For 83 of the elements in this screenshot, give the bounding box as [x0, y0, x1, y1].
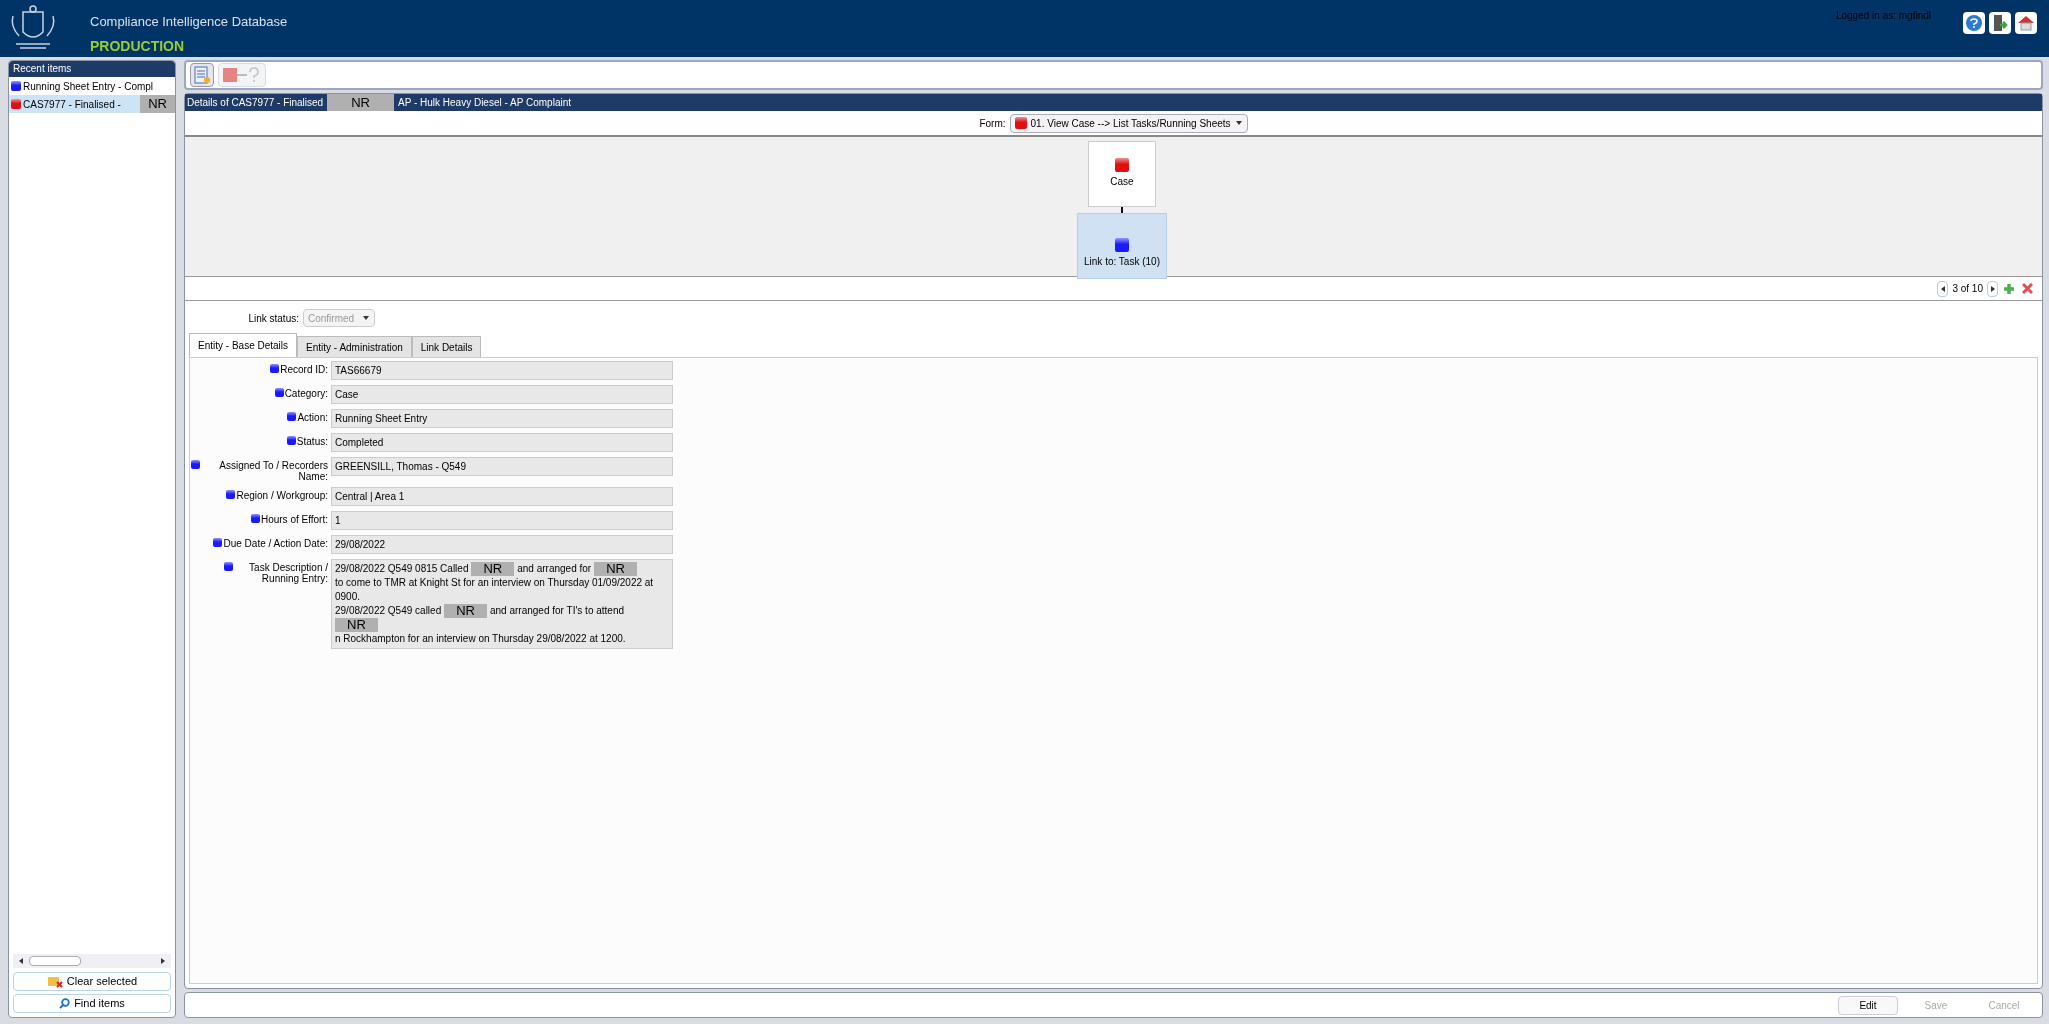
panel-title: Recent items — [9, 61, 175, 77]
form-label: Form: — [979, 116, 1006, 131]
field-icon — [191, 460, 200, 469]
redaction-label: NR — [471, 562, 515, 576]
node-label: Link to: Task (10) — [1084, 255, 1160, 269]
previous-button[interactable] — [1937, 280, 1949, 297]
delete-button[interactable] — [2020, 281, 2034, 296]
field-icon — [270, 364, 280, 373]
field-label: Task Description / Running Entry: — [248, 562, 328, 584]
environment-label: PRODUCTION — [90, 36, 186, 56]
caret-icon — [362, 314, 371, 322]
logout-button[interactable] — [1989, 12, 2011, 34]
field-icon — [224, 562, 233, 571]
field-label: Action: — [297, 412, 328, 423]
field-icon — [274, 388, 284, 397]
node-label: Case — [1110, 175, 1134, 189]
form-list-icon — [194, 66, 210, 84]
text: AP - Hulk Heavy Diesel - AP Complaint — [397, 96, 571, 110]
close-icon — [2021, 283, 2033, 294]
form-view-button[interactable] — [190, 63, 214, 87]
tab[interactable]: Link Details — [411, 336, 482, 357]
horizontal-scrollbar[interactable] — [13, 954, 171, 968]
text: 29/08/2022 Q549 0815 Called — [335, 562, 469, 576]
diagram-node[interactable]: Link to: Task (10) — [1077, 213, 1167, 279]
field-value: Central | Area 1 — [331, 487, 673, 506]
text: n Rockhampton for an interview on Thursday 29/08/2022 at 1200. — [335, 632, 626, 646]
action-button[interactable]: Edit — [1838, 995, 1898, 1015]
field-value: TAS66679 — [331, 361, 673, 380]
left-arrow-icon — [17, 957, 25, 965]
text: 29/08/2022 Q549 called — [335, 604, 442, 618]
tab[interactable]: Entity - Administration — [297, 336, 412, 357]
field-label: Due Date / Action Date: — [223, 538, 328, 549]
case-icon — [1014, 117, 1027, 129]
field-label: Link status: — [247, 311, 299, 326]
app-title: Compliance Intelligence Database — [90, 13, 288, 31]
link-unknown-icon — [222, 66, 262, 84]
login-text: Logged in as: mgfindl — [1835, 9, 1931, 23]
find-items-button[interactable]: Find items — [13, 994, 171, 1013]
caret-icon — [1234, 119, 1243, 127]
home-icon — [2017, 15, 2035, 31]
field-label: Hours of Effort: — [260, 514, 328, 525]
field-label: Assigned To / Recorders Name: — [218, 460, 328, 482]
help-icon — [1970, 18, 1978, 28]
field-value: GREENSILL, Thomas - Q549 — [331, 457, 673, 476]
text: and arranged for TI's to attend — [490, 604, 625, 618]
pager-text: 3 of 10 — [1952, 282, 1983, 296]
redaction-label: NR — [335, 618, 378, 632]
redaction-label: NR — [140, 95, 175, 113]
field-label: Status: — [296, 436, 328, 447]
text: Details of CAS7977 - Finalised — [187, 96, 324, 110]
field-label: Region / Workgroup: — [236, 490, 328, 501]
text: and arranged for — [517, 562, 592, 576]
next-button[interactable] — [1987, 280, 1998, 297]
redaction-label: NR — [594, 562, 637, 576]
search-icon — [59, 998, 71, 1009]
field-value: 29/08/2022 — [331, 535, 673, 554]
field-value: Running Sheet Entry — [331, 409, 673, 428]
clear-selected-button[interactable]: Clear selected — [13, 972, 171, 991]
text: to come to TMR at Knight St for an interview on Thursday 01/09/2022 at 0900. — [335, 576, 655, 604]
field-icon — [226, 490, 236, 499]
right-arrow-icon — [1988, 284, 1997, 293]
field-label: Category: — [284, 388, 328, 399]
help-button[interactable] — [1963, 12, 1985, 34]
plus-icon — [2003, 282, 2015, 295]
tab[interactable]: Entity - Base Details — [189, 333, 298, 357]
door-icon — [1992, 14, 2008, 32]
home-button[interactable] — [2015, 12, 2037, 34]
eraser-icon — [46, 975, 63, 988]
right-arrow-icon — [159, 957, 167, 965]
redaction-label: NR — [327, 94, 394, 111]
recent-item[interactable]: Running Sheet Entry - Compl — [9, 77, 175, 95]
field-icon — [213, 538, 223, 547]
field-icon — [286, 436, 296, 445]
field-icon — [287, 412, 297, 421]
field-value: 1 — [331, 511, 673, 530]
form-dropdown[interactable]: 01. View Case --> List Tasks/Running Sheets — [1009, 113, 1248, 133]
diagram-node[interactable]: Case — [1088, 141, 1156, 207]
field-value: Completed — [331, 433, 673, 452]
recent-item[interactable]: CAS7977 - Finalised - NR — [9, 95, 175, 113]
redaction-label: NR — [444, 604, 487, 618]
field-value: Case — [331, 385, 673, 404]
field-label: Record ID: — [280, 364, 328, 375]
field-icon — [250, 514, 260, 523]
